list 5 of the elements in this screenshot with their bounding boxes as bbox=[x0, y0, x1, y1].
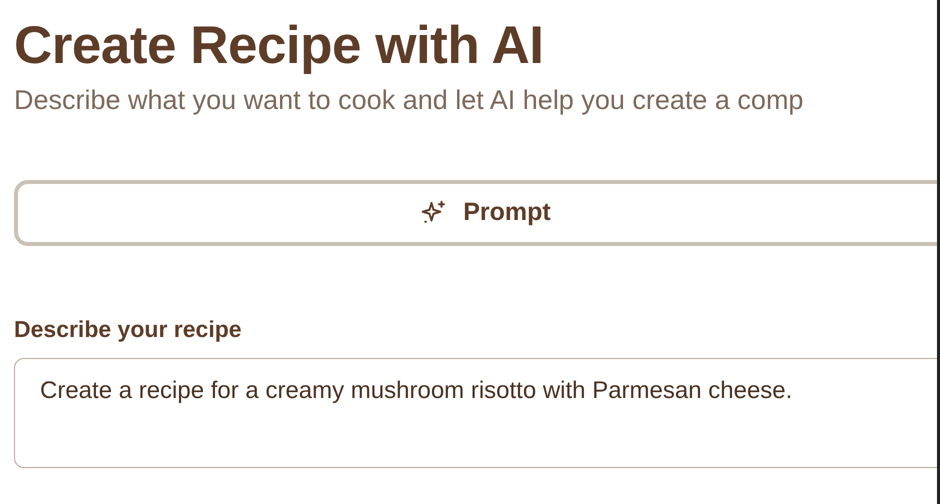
prompt-button[interactable]: Prompt bbox=[14, 180, 937, 246]
recipe-label: Describe your recipe bbox=[14, 315, 242, 344]
page-subtitle: Describe what you want to cook and let AI help you create a comp bbox=[14, 84, 804, 117]
recipe-input-field[interactable]: Create a recipe for a creamy mushroom risotto with Parmesan cheese. bbox=[14, 358, 937, 468]
page-title: Create Recipe with AI bbox=[14, 15, 544, 77]
